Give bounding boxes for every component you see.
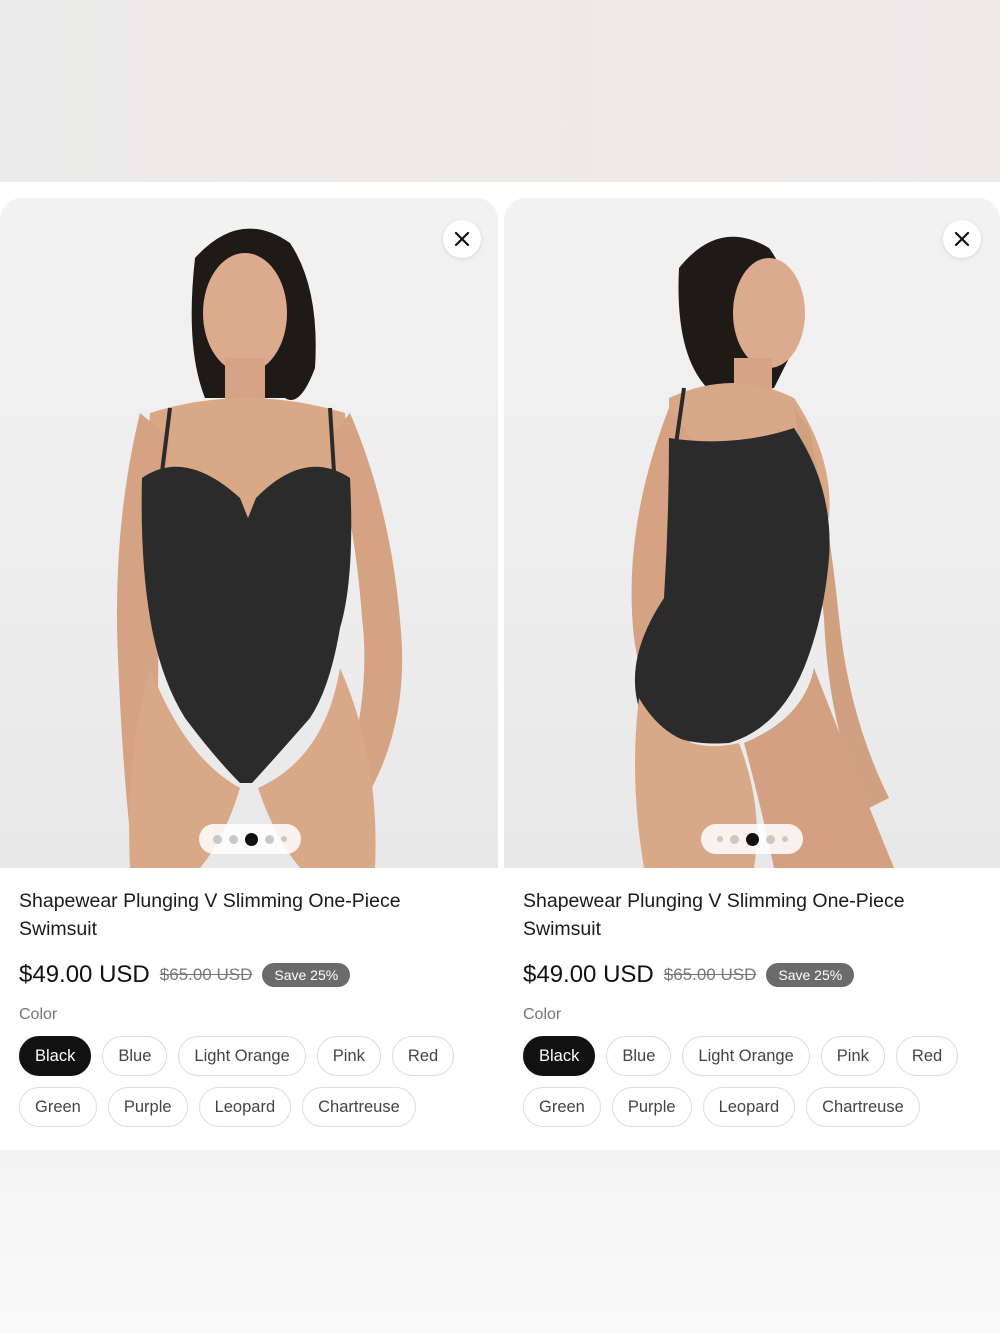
color-option-purple[interactable]: Purple bbox=[107, 1087, 188, 1127]
color-option-leopard[interactable]: Leopard bbox=[702, 1087, 796, 1127]
carousel-dot[interactable] bbox=[781, 836, 788, 842]
save-badge: Save 25% bbox=[766, 963, 855, 987]
model-back-illustration bbox=[631, 236, 894, 868]
compare-price: $65.00 USD bbox=[663, 965, 757, 984]
color-options: Black Blue Light Orange Pink Red Green P… bbox=[19, 1036, 489, 1127]
color-option-blue[interactable]: Blue bbox=[102, 1036, 168, 1076]
product-card-back: Shapewear Plunging V Slimming One-Piece … bbox=[504, 182, 1000, 1150]
color-option-pink[interactable]: Pink bbox=[316, 1036, 381, 1076]
color-option-light-orange[interactable]: Light Orange bbox=[682, 1036, 810, 1076]
color-label: Color bbox=[19, 1006, 58, 1023]
bottom-blurred-background bbox=[0, 1150, 1000, 1333]
carousel-dot-active[interactable] bbox=[745, 832, 759, 846]
close-button[interactable] bbox=[443, 220, 481, 258]
color-option-pink[interactable]: Pink bbox=[820, 1036, 885, 1076]
carousel-dot[interactable] bbox=[716, 836, 723, 842]
product-title: Shapewear Plunging V Slimming One-Piece … bbox=[19, 890, 401, 940]
price-row: $49.00 USD $65.00 USD Save 25% bbox=[19, 958, 351, 992]
color-option-chartreuse[interactable]: Chartreuse bbox=[806, 1087, 920, 1127]
color-option-black[interactable]: Black bbox=[523, 1036, 596, 1076]
sale-price: $49.00 USD bbox=[523, 961, 654, 988]
top-blurred-background bbox=[0, 0, 1000, 182]
product-image-back[interactable] bbox=[504, 198, 1000, 868]
sale-price: $49.00 USD bbox=[19, 961, 150, 988]
image-carousel-dots[interactable] bbox=[701, 824, 803, 854]
compare-price: $65.00 USD bbox=[159, 965, 253, 984]
carousel-dot[interactable] bbox=[265, 834, 274, 844]
carousel-dot[interactable] bbox=[281, 836, 287, 842]
close-button[interactable] bbox=[943, 220, 981, 258]
close-icon bbox=[954, 231, 970, 247]
model-front-illustration bbox=[116, 228, 403, 868]
carousel-dot-active[interactable] bbox=[245, 832, 258, 846]
color-option-leopard[interactable]: Leopard bbox=[198, 1087, 292, 1127]
carousel-dot[interactable] bbox=[229, 834, 238, 844]
product-title: Shapewear Plunging V Slimming One-Piece … bbox=[523, 890, 905, 940]
color-option-purple[interactable]: Purple bbox=[611, 1087, 692, 1127]
product-image-front[interactable] bbox=[0, 198, 498, 868]
carousel-dot[interactable] bbox=[213, 834, 222, 844]
image-carousel-dots[interactable] bbox=[199, 824, 301, 854]
color-option-light-orange[interactable]: Light Orange bbox=[178, 1036, 306, 1076]
color-option-red[interactable]: Red bbox=[895, 1036, 959, 1076]
color-option-chartreuse[interactable]: Chartreuse bbox=[302, 1087, 416, 1127]
color-option-blue[interactable]: Blue bbox=[606, 1036, 672, 1076]
carousel-dot[interactable] bbox=[765, 834, 775, 844]
carousel-dot[interactable] bbox=[729, 834, 739, 844]
product-card-front: Shapewear Plunging V Slimming One-Piece … bbox=[0, 182, 498, 1150]
color-option-red[interactable]: Red bbox=[391, 1036, 455, 1076]
color-options: Black Blue Light Orange Pink Red Green P… bbox=[523, 1036, 993, 1127]
price-row: $49.00 USD $65.00 USD Save 25% bbox=[523, 958, 855, 992]
color-option-black[interactable]: Black bbox=[19, 1036, 92, 1076]
save-badge: Save 25% bbox=[262, 963, 351, 987]
close-icon bbox=[454, 231, 470, 247]
color-option-green[interactable]: Green bbox=[19, 1087, 97, 1127]
color-label: Color bbox=[523, 1006, 562, 1023]
color-option-green[interactable]: Green bbox=[523, 1087, 601, 1127]
